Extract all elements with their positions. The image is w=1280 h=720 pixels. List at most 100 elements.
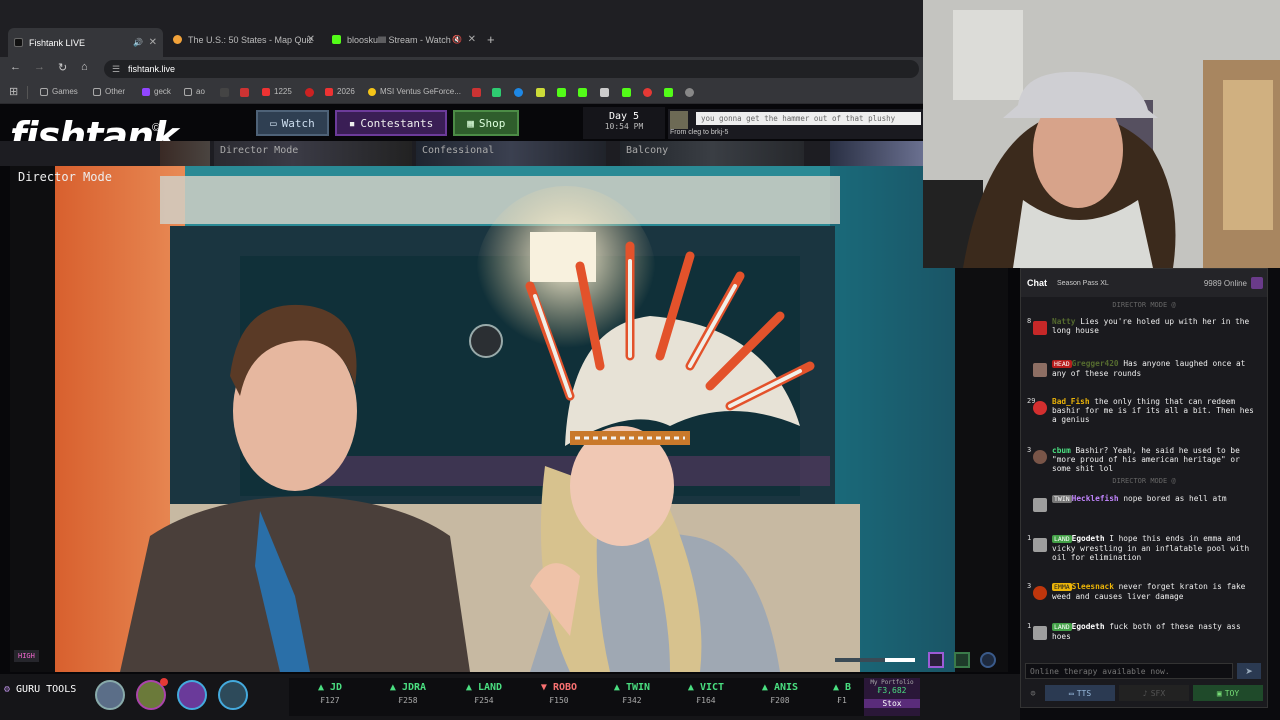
bookmark-geck[interactable]: geck — [142, 87, 171, 96]
folder-icon — [40, 87, 48, 96]
settings-gear-icon[interactable] — [95, 680, 125, 710]
username[interactable]: cbum — [1052, 446, 1071, 455]
stox-button[interactable]: Stox — [864, 699, 920, 708]
kick-icon[interactable] — [664, 88, 673, 97]
bookmark-folder-ao[interactable]: ao — [184, 87, 205, 96]
close-tab-icon[interactable]: ✕ — [149, 37, 157, 48]
cam-thumb-confessional[interactable]: Confessional — [416, 141, 606, 166]
ticker-item[interactable]: ▲ TWIN ₣342 — [597, 682, 667, 705]
username[interactable]: Gregger420 — [1072, 359, 1119, 368]
ticker-item[interactable]: ▲ JDRA ₣258 — [373, 682, 443, 705]
reload-icon[interactable]: ↻ — [58, 61, 67, 74]
speaker-icon[interactable]: 🔊 — [133, 38, 143, 47]
chat-menu-icon[interactable] — [1251, 277, 1263, 289]
url-text: fishtank.live — [128, 64, 176, 74]
bookmark-2026[interactable]: 2026 — [325, 87, 355, 96]
cam-thumb-balcony[interactable]: Balcony — [620, 141, 804, 166]
chat-input[interactable] — [1025, 663, 1233, 679]
toy-button[interactable]: ▣ TOY — [1193, 685, 1263, 701]
ticker-symbol: TWIN — [625, 682, 651, 693]
bookmark-msi-ventus[interactable]: MSI Ventus GeForce... — [368, 87, 461, 96]
url-field[interactable]: ☰ fishtank.live — [104, 60, 919, 78]
volume-slider[interactable] — [835, 658, 915, 662]
bookmark-icon[interactable] — [305, 88, 314, 97]
ticker-item[interactable]: ▲ B ₣1 — [817, 682, 864, 705]
user-avatar[interactable] — [1033, 321, 1047, 335]
emoji-icon[interactable]: ☺ — [1025, 685, 1041, 701]
user-avatar[interactable] — [1033, 363, 1047, 377]
cart-icon: ▦ — [467, 116, 474, 130]
close-tab-icon[interactable]: ✕ — [307, 34, 315, 45]
forward-arrow-icon[interactable]: → — [34, 61, 45, 73]
bookmark-1225[interactable]: 1225 — [262, 87, 292, 96]
back-arrow-icon[interactable]: ← — [10, 61, 21, 73]
user-avatar[interactable] — [1033, 626, 1047, 640]
message-text: Lies you're holed up with her in the lon… — [1052, 317, 1250, 335]
bookmark-icon[interactable] — [643, 88, 652, 97]
user-avatar[interactable] — [1033, 450, 1047, 464]
chat-message: 3 cbum Bashir? Yeah, he said he used to … — [1025, 446, 1263, 473]
send-icon[interactable]: ➤ — [1237, 663, 1261, 679]
tab-fishtank[interactable]: Fishtank LIVE 🔊 ✕ — [8, 28, 163, 57]
watch-button[interactable]: ▭ Watch — [256, 110, 329, 136]
bookmark-icon[interactable] — [240, 88, 249, 97]
home-icon[interactable]: ⌂ — [81, 61, 88, 73]
user-avatar[interactable] — [1033, 586, 1047, 600]
github-icon[interactable] — [685, 88, 694, 97]
chat-tab[interactable]: Chat — [1027, 278, 1047, 288]
sfx-button[interactable]: ♪ SFX — [1119, 685, 1189, 701]
fullscreen-icon[interactable] — [954, 652, 970, 668]
bookmark-icon[interactable] — [220, 88, 229, 97]
main-video-player[interactable]: Director Mode HIGH — [10, 166, 1008, 672]
ticker-item[interactable]: ▼ ROBO ₣150 — [524, 682, 594, 705]
bookmark-icon[interactable] — [514, 88, 523, 97]
ticker-price: ₣208 — [770, 696, 790, 705]
bookmark-folder-games[interactable]: Games — [40, 87, 78, 96]
fishtank-favicon-icon — [14, 38, 23, 47]
bookmark-icon[interactable] — [600, 88, 609, 97]
ticker-item[interactable]: ▲ ANIS ₣208 — [745, 682, 815, 705]
username[interactable]: Natty — [1052, 317, 1075, 326]
username[interactable]: Bad_Fish — [1052, 397, 1090, 406]
theater-mode-icon[interactable] — [928, 652, 944, 668]
picture-in-picture-icon[interactable] — [980, 652, 996, 668]
season-pass-tab[interactable]: Season Pass XL — [1057, 280, 1109, 287]
item-icon[interactable] — [177, 680, 207, 710]
chat-message: 29 Bad_Fish the only thing that can rede… — [1025, 397, 1263, 424]
site-info-icon[interactable]: ☰ — [112, 60, 120, 78]
bookmark-icon[interactable] — [472, 88, 481, 97]
bookmark-icon[interactable] — [536, 88, 545, 97]
user-avatar[interactable] — [1033, 538, 1047, 552]
ticker-item[interactable]: ▲ VICT ₣164 — [671, 682, 741, 705]
tab-map-quiz[interactable]: The U.S.: 50 States - Map Quiz ✕ — [167, 29, 321, 50]
username[interactable]: Egodeth — [1072, 622, 1105, 631]
ticker-price: ₣1 — [837, 696, 847, 705]
cam-thumb-previous[interactable] — [160, 141, 210, 166]
kick-icon[interactable] — [557, 88, 566, 97]
ticker-item[interactable]: ▲ JD ₣127 — [295, 682, 365, 705]
username[interactable]: Hecklefish — [1072, 494, 1119, 503]
new-tab-button[interactable]: + — [487, 32, 495, 47]
apps-grid-icon[interactable]: ⊞ — [9, 85, 18, 98]
shop-button[interactable]: ▦ Shop — [453, 110, 520, 136]
username[interactable]: Sleesnack — [1072, 582, 1114, 591]
guru-tools-button[interactable]: ⚙ GURU TOOLS — [4, 684, 76, 695]
tools-icon[interactable] — [218, 680, 248, 710]
cam-thumb-next[interactable] — [830, 141, 923, 166]
tts-button[interactable]: ▭ TTS — [1045, 685, 1115, 701]
user-avatar[interactable] — [1033, 498, 1047, 512]
contestants-button[interactable]: ▪ Contestants — [334, 110, 448, 136]
folder-icon — [93, 87, 101, 96]
username[interactable]: Egodeth — [1072, 534, 1105, 543]
cam-thumb-director-mode[interactable]: Director Mode — [214, 141, 412, 166]
muted-speaker-icon[interactable]: 🔇 — [452, 35, 462, 44]
kick-icon[interactable] — [578, 88, 587, 97]
close-tab-icon[interactable]: ✕ — [468, 34, 476, 45]
bookmark-folder-other[interactable]: Other — [93, 87, 125, 96]
kick-icon[interactable] — [622, 88, 631, 97]
quality-badge[interactable]: HIGH — [14, 650, 39, 662]
bookmark-icon[interactable] — [492, 88, 501, 97]
tab-kick-stream[interactable]: blooskullll Stream - Watch 🔇 ✕ — [326, 29, 482, 50]
ticker-item[interactable]: ▲ LAND ₣254 — [449, 682, 519, 705]
user-avatar[interactable] — [1033, 401, 1047, 415]
